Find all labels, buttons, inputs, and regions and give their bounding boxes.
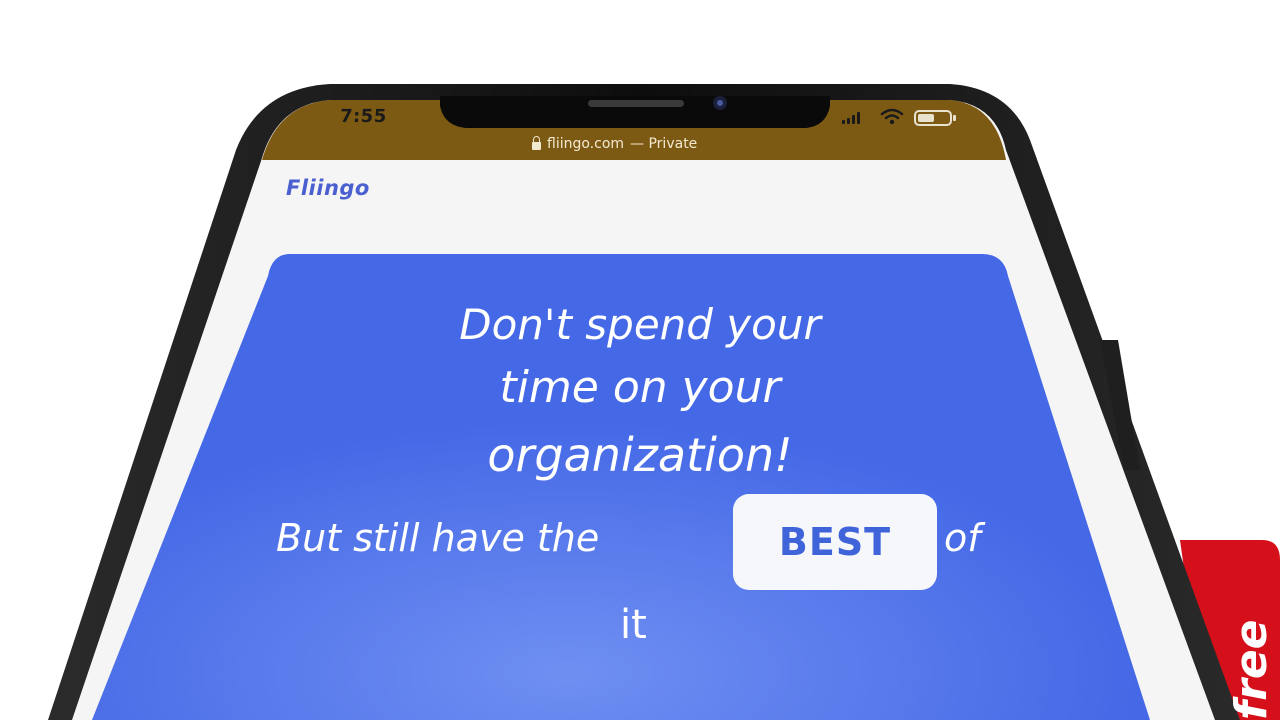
- signal-icon: [842, 112, 860, 124]
- lock-icon: [532, 136, 541, 150]
- hero-headline-line-3: organization!: [487, 428, 793, 482]
- privacy-label: — Private: [630, 136, 698, 152]
- address-bar[interactable]: fliingo.com — Private: [532, 136, 697, 152]
- status-time: 7:55: [339, 106, 388, 127]
- hero-subline-suffix: of: [944, 516, 981, 560]
- side-tab-label[interactable]: free: [1226, 560, 1280, 720]
- hero-subline-end: it: [620, 602, 647, 648]
- battery-icon: [914, 110, 956, 126]
- best-badge: BEST: [733, 494, 937, 590]
- wifi-icon: [880, 108, 904, 125]
- speaker-grille: [588, 100, 684, 107]
- hero-headline-line-1: Don't spend your: [459, 300, 821, 349]
- hero-subline-prefix: But still have the: [276, 516, 600, 560]
- brand-logo[interactable]: Fliingo: [286, 176, 370, 200]
- url-text: fliingo.com: [547, 136, 625, 152]
- hero-headline-line-2: time on your: [499, 362, 781, 413]
- phone-mockup-scene: 7:55 fliingo.com — Private Fliingo Don't…: [0, 0, 1280, 720]
